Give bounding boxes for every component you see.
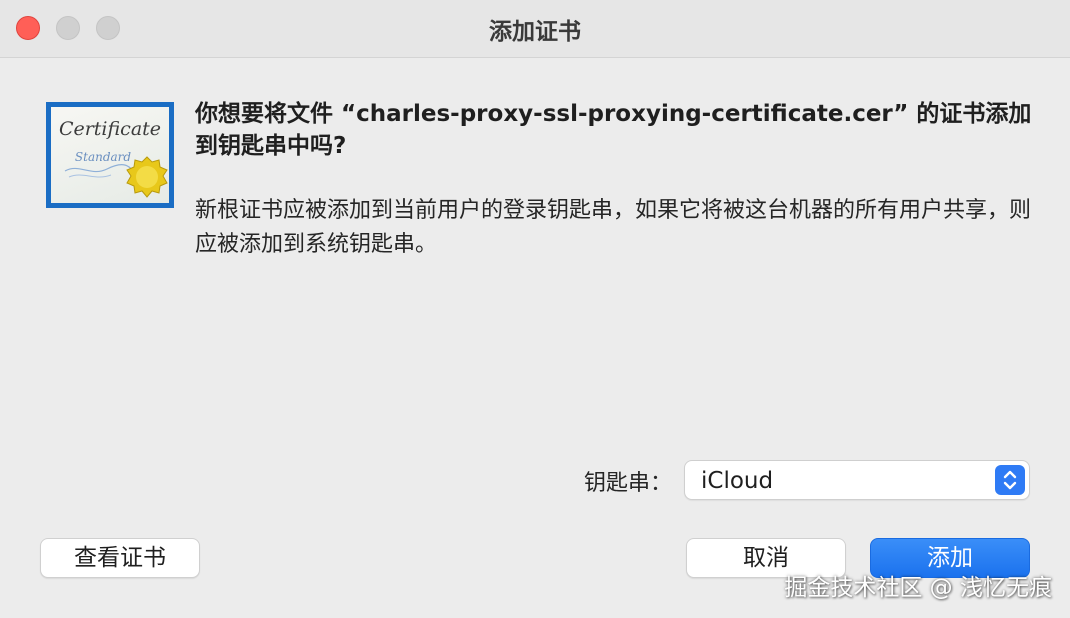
view-certificate-button[interactable]: 查看证书	[40, 538, 200, 578]
keychain-label: 钥匙串：	[584, 471, 673, 496]
window-title: 添加证书	[489, 19, 581, 45]
dialog-heading: 你想要将文件 “charles-proxy-ssl-proxying-certi…	[195, 101, 1032, 159]
certificate-icon-subtitle: Standard	[75, 150, 131, 164]
chevron-updown-icon[interactable]	[995, 465, 1025, 495]
add-certificate-dialog: 添加证书 Certificate Standard 你想要将文件 “charle…	[0, 0, 1070, 618]
watermark: 掘金技术社区 @ 浅忆无痕	[784, 575, 1052, 601]
keychain-selected-value: iCloud	[701, 468, 774, 494]
certificate-icon-title: Certificate	[59, 118, 161, 140]
title-bar: 添加证书	[0, 0, 1070, 58]
certificate-icon: Certificate Standard	[46, 102, 174, 208]
keychain-select[interactable]: iCloud	[684, 460, 1030, 500]
dialog-body: 新根证书应被添加到当前用户的登录钥匙串，如果它将被这台机器的所有用户共享，则应被…	[195, 198, 1032, 257]
